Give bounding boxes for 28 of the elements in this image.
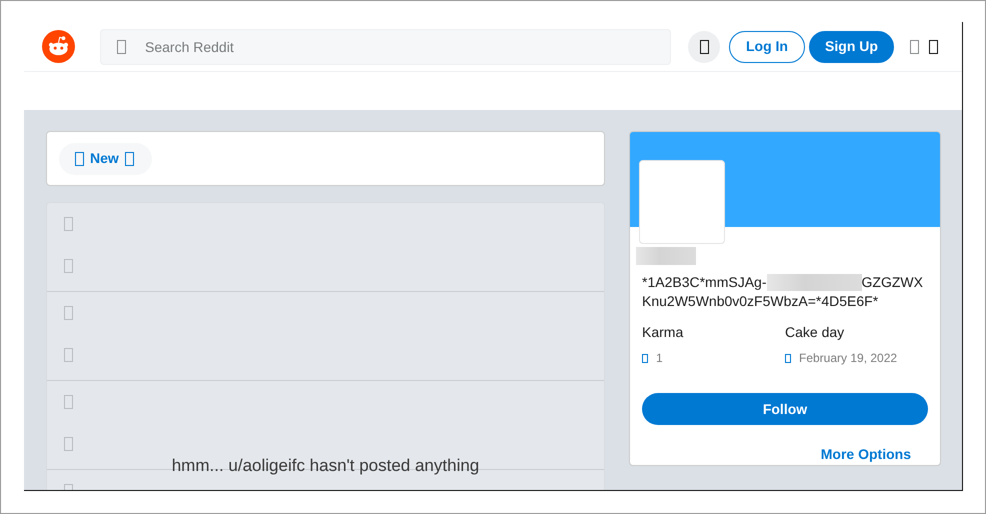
stat-label: Cake day — [785, 323, 846, 342]
vote-icon — [64, 348, 73, 362]
stat-label: Karma — [642, 323, 684, 342]
vote-icon — [64, 259, 73, 273]
follow-button[interactable]: Follow — [642, 393, 928, 425]
more-options-link[interactable]: More Options — [820, 444, 911, 465]
logo-icon[interactable] — [42, 30, 75, 63]
vote-icon — [64, 437, 73, 451]
karma-icon — [642, 354, 648, 362]
vote-icon — [64, 306, 73, 320]
caret-icon[interactable] — [929, 40, 938, 54]
vote-icon — [64, 217, 73, 231]
vote-icon — [64, 395, 73, 409]
cake-icon — [785, 354, 791, 362]
profile-key-text: *1A2B3C*mmSJAg- — [642, 273, 766, 292]
search-icon — [117, 40, 126, 54]
sign-up-button[interactable]: Sign Up — [809, 30, 894, 62]
icon-button[interactable] — [688, 30, 720, 62]
stat-value: 1 — [656, 350, 663, 367]
sort-button[interactable]: New — [59, 142, 152, 174]
log-in-button[interactable]: Log In — [729, 30, 805, 62]
redaction-block — [636, 247, 696, 265]
profile-key-text: GZGZWX — [862, 273, 923, 292]
profile-key-text: Knu2W5Wnb0v0zF5WbzA=*4D5E6F* — [642, 292, 880, 311]
stat-value: February 19, 2022 — [799, 350, 898, 367]
empty-message: hmm... u/aoligeifc hasn't posted anything — [170, 455, 480, 477]
search-field[interactable]: Search Reddit — [100, 28, 671, 64]
user-menu-icon[interactable] — [910, 40, 919, 54]
